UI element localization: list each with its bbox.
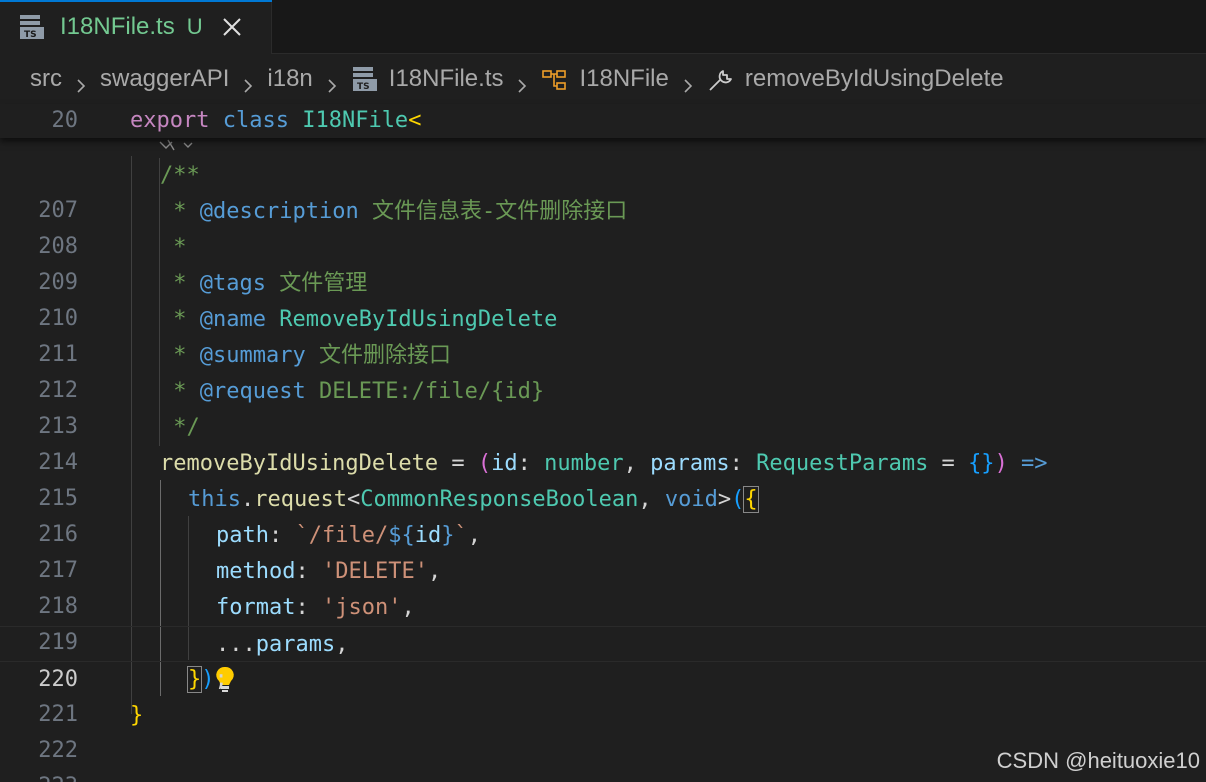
breadcrumb-class-label: I18NFile	[579, 65, 669, 92]
close-icon[interactable]	[221, 16, 243, 38]
breadcrumb-item-class[interactable]: I18NFile	[541, 65, 669, 93]
class-symbol-icon	[541, 65, 569, 93]
wrench-icon	[707, 65, 735, 93]
code-line: 216 this.request<CommonResponseBoolean, …	[38, 486, 759, 547]
code-line: 218 method: 'DELETE',	[38, 559, 442, 619]
tab-bar: TS I18NFile.ts U	[0, 0, 1206, 54]
editor-tab-i18nfile[interactable]: TS I18NFile.ts U	[0, 0, 272, 54]
lightbulb-icon[interactable]	[135, 629, 235, 692]
code-line: 208 * @description 文件信息表-文件删除接口	[38, 199, 628, 259]
chevron-right-icon	[241, 72, 255, 93]
chevron-right-icon	[325, 72, 339, 93]
active-tab-indicator	[0, 0, 272, 2]
breadcrumb-item-swaggerapi[interactable]: swaggerAPI	[100, 65, 229, 93]
chevron-right-icon	[515, 72, 529, 93]
code-editor[interactable]: 207 /** 208 * @description 文件信息表-文件删除接口 …	[0, 138, 1206, 782]
breadcrumb-method-label: removeByIdUsingDelete	[744, 65, 1004, 92]
code-line: 215 removeByIdUsingDelete = (id: number,…	[38, 451, 1048, 511]
code-line: 212 * @summary 文件删除接口	[38, 343, 451, 403]
line-number: 20	[51, 108, 79, 133]
code-line: 209 *	[38, 235, 187, 295]
chevron-right-icon	[681, 72, 695, 93]
svg-text:TS: TS	[357, 82, 370, 92]
breadcrumb-item-file[interactable]: TS I18NFile.ts	[351, 65, 504, 94]
typescript-file-icon: TS	[18, 13, 46, 41]
sticky-scroll-header[interactable]: 20 export class I18NFile<	[0, 104, 1206, 138]
code-line: 222 }	[38, 703, 144, 763]
code-line: 211 * @name RemoveByIdUsingDelete	[38, 307, 558, 367]
code-line: 214 */	[38, 415, 200, 475]
chevron-right-icon	[74, 72, 88, 93]
breadcrumb-item-src[interactable]: src	[30, 65, 62, 93]
breadcrumb: src swaggerAPI i18n TS I18NFile.ts I18NF…	[0, 54, 1206, 104]
code-line: 219 format: 'json',	[38, 595, 415, 655]
svg-text:TS: TS	[24, 30, 37, 40]
code-line: 210 * @tags 文件管理	[38, 271, 368, 331]
tab-title: I18NFile.ts	[60, 13, 175, 40]
breadcrumb-file-label: I18NFile.ts	[388, 65, 504, 92]
code-line: 213 * @request DELETE:/file/{id}	[38, 379, 545, 439]
typescript-file-icon: TS	[351, 65, 379, 94]
breadcrumb-item-method[interactable]: removeByIdUsingDelete	[707, 65, 1004, 93]
untracked-badge: U	[186, 14, 203, 39]
breadcrumb-item-i18n[interactable]: i18n	[267, 65, 312, 93]
fold-handle-icon[interactable]	[158, 138, 198, 152]
code-line: 217 path: `/file/${id}`,	[38, 523, 481, 583]
code-line: 221 });	[38, 666, 228, 727]
watermark: CSDN @heituoxie10	[996, 748, 1200, 773]
sticky-code: export class I18NFile<	[130, 108, 422, 133]
code-line-current: 220 ...params,	[0, 626, 1206, 692]
code-line: 207 /**	[38, 163, 200, 223]
